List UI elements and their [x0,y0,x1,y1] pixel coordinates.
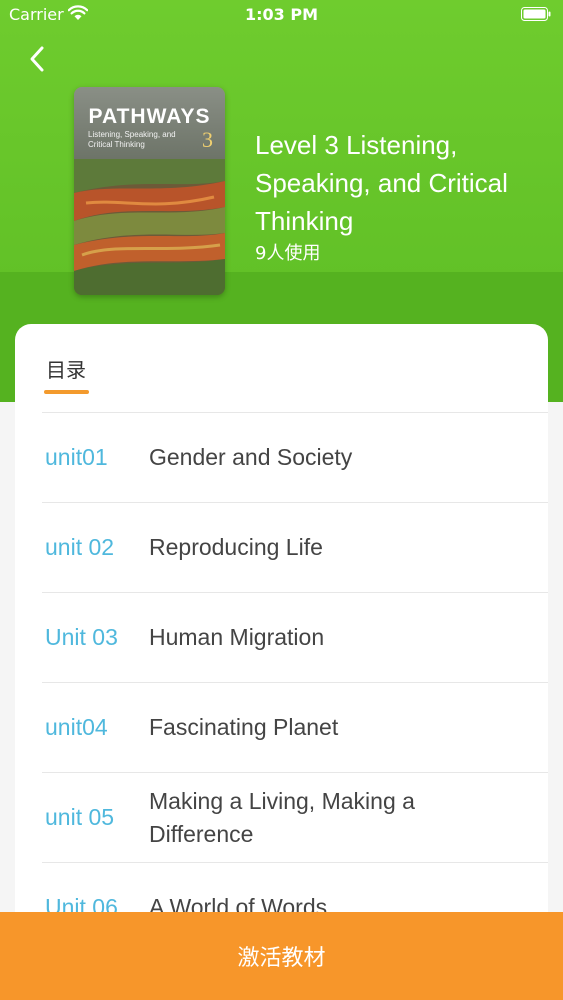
unit-row[interactable]: unit01 Gender and Society [42,413,548,503]
unit-title: Gender and Society [149,444,353,470]
unit-number: unit 02 [45,534,115,560]
unit-number: unit 05 [45,804,115,830]
book-cover: PATHWAYS Listening, Speaking, and Critic… [74,87,225,295]
unit-row[interactable]: unit04 Fascinating Planet [42,683,548,773]
unit-list: unit01 Gender and Society unit 02 Reprod… [42,413,548,953]
user-count: 9人使用 [255,243,321,264]
tab-contents[interactable]: 目录 [46,354,86,383]
unit-row[interactable]: unit 05 Making a Living, Making a Differ… [42,773,548,863]
activate-label: 激活教材 [237,946,326,971]
cover-landscape-image [74,159,225,295]
unit-number: unit01 [45,444,108,470]
unit-number: unit04 [45,714,108,740]
status-bar: Carrier 1:03 PM [0,0,563,30]
back-button[interactable] [22,42,56,76]
unit-title: Making a Living, Making a Difference [149,787,415,847]
unit-title: Reproducing Life [149,534,323,560]
chevron-left-icon [30,46,44,72]
cover-brand: PATHWAYS [88,105,211,128]
cover-title-block: PATHWAYS Listening, Speaking, and Critic… [74,87,225,159]
tab-active-indicator [44,390,89,394]
unit-title: Fascinating Planet [149,714,339,740]
unit-number: Unit 03 [45,624,118,650]
unit-row[interactable]: Unit 03 Human Migration [42,593,548,683]
status-time: 1:03 PM [244,5,318,24]
unit-row[interactable]: unit 02 Reproducing Life [42,503,548,593]
book-title: Level 3 Listening, Speaking, and Critica… [255,130,508,236]
battery-icon [521,7,551,21]
cover-level: 3 [202,127,213,152]
contents-card: 目录 unit01 Gender and Society unit 02 Rep… [15,324,548,1000]
activate-textbook-button[interactable]: 激活教材 [0,912,563,1000]
cover-subtitle: Listening, Speaking, and Critical Thinki… [88,130,176,149]
unit-title: Human Migration [149,624,325,650]
